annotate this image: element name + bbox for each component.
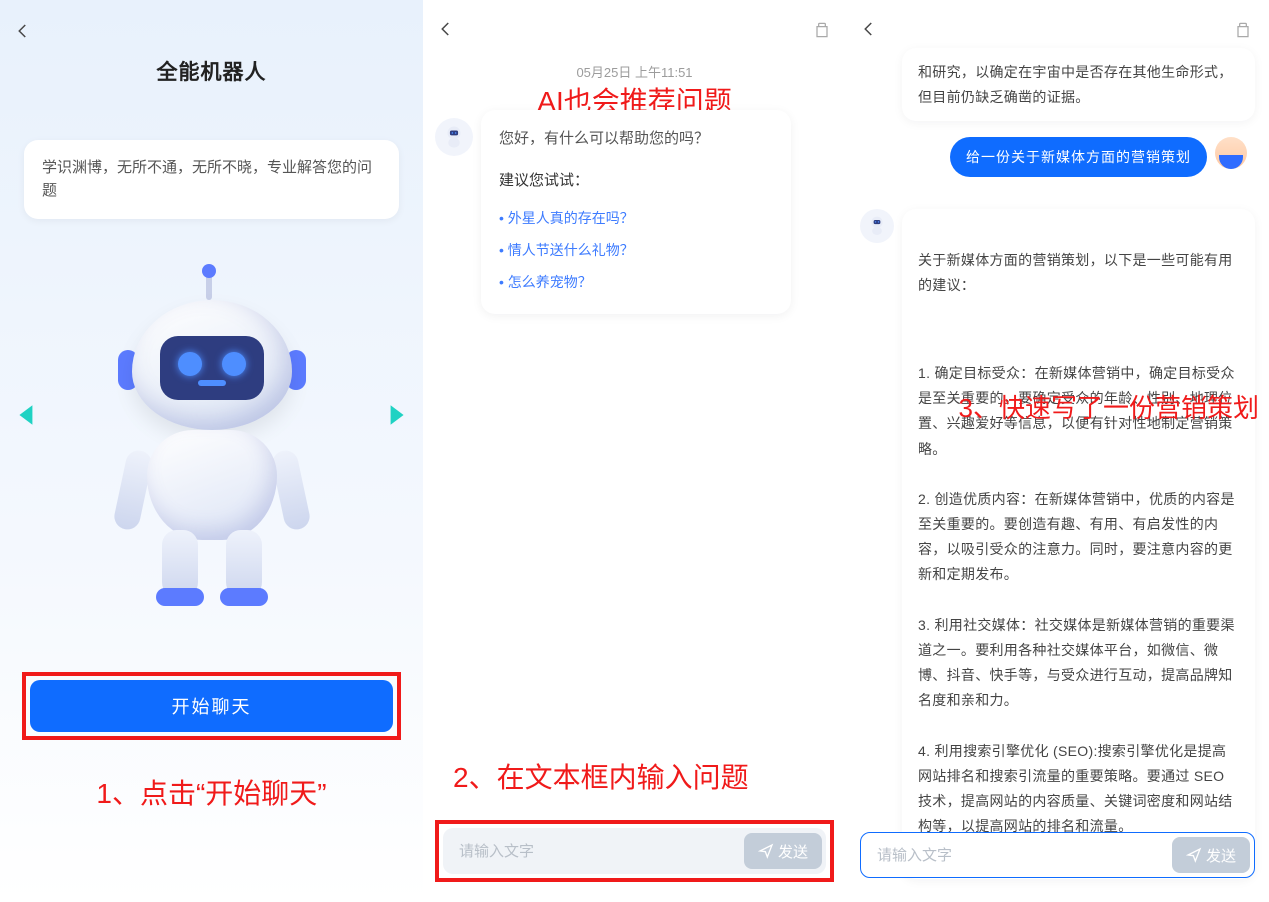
user-avatar bbox=[1215, 137, 1247, 169]
back-icon[interactable] bbox=[860, 20, 878, 38]
robot-illustration bbox=[0, 280, 423, 630]
bot-message-bubble: 关于新媒体方面的营销策划，以下是一些可能有用的建议： 1. 确定目标受众：在新媒… bbox=[902, 209, 1255, 879]
share-icon[interactable] bbox=[1233, 20, 1253, 40]
pane-suggestions: 05月25日 上午11:51 AI也会推荐问题 您好，有什么可以帮助您的吗？ 建… bbox=[423, 0, 846, 902]
send-button[interactable]: 发送 bbox=[1172, 837, 1250, 873]
bot-greeting-bubble: 您好，有什么可以帮助您的吗？ 建议您试试： 外星人真的存在吗？ 情人节送什么礼物… bbox=[481, 110, 791, 314]
greeting-text: 您好，有什么可以帮助您的吗？ bbox=[499, 126, 773, 152]
send-button[interactable]: 发送 bbox=[744, 833, 822, 869]
user-message-bubble: 给一份关于新媒体方面的营销策划 bbox=[950, 137, 1207, 177]
back-icon[interactable] bbox=[14, 22, 32, 40]
suggestion-item[interactable]: 外星人真的存在吗？ bbox=[499, 203, 773, 235]
bot-body-text: 1. 确定目标受众：在新媒体营销中，确定目标受众是至关重要的。要确定受众的年龄、… bbox=[918, 361, 1239, 840]
pane-conversation: 和研究，以确定在宇宙中是否存在其他生命形式，但目前仍缺乏确凿的证据。 给一份关于… bbox=[846, 0, 1269, 902]
chat-input[interactable] bbox=[877, 847, 1172, 864]
try-label: 建议您试试： bbox=[499, 168, 773, 194]
annotation-text-2: 2、在文本框内输入问题 bbox=[453, 756, 749, 796]
send-icon bbox=[758, 843, 774, 859]
chat-timestamp: 05月25日 上午11:51 bbox=[423, 62, 846, 81]
bot-intro-text: 关于新媒体方面的营销策划，以下是一些可能有用的建议： bbox=[918, 248, 1239, 298]
annotation-text-3: 3、快速写了一份营销策划 bbox=[959, 388, 1259, 425]
start-chat-button[interactable]: 开始聊天 bbox=[30, 680, 393, 732]
bot-message-bubble: 和研究，以确定在宇宙中是否存在其他生命形式，但目前仍缺乏确凿的证据。 bbox=[902, 48, 1255, 121]
page-title: 全能机器人 bbox=[0, 56, 423, 86]
share-icon[interactable] bbox=[812, 20, 832, 40]
send-label: 发送 bbox=[1206, 845, 1236, 866]
send-icon bbox=[1186, 847, 1202, 863]
chat-input-bar: 发送 bbox=[860, 832, 1255, 878]
chat-input-bar: 发送 bbox=[443, 828, 826, 874]
annotation-frame-1: 开始聊天 bbox=[22, 672, 401, 740]
suggestion-item[interactable]: 怎么养宠物？ bbox=[499, 267, 773, 299]
chat-input[interactable] bbox=[459, 843, 744, 860]
pane-intro: 全能机器人 学识渊博，无所不通，无所不晓，专业解答您的问题 开始聊天 1、点击“… bbox=[0, 0, 423, 902]
back-icon[interactable] bbox=[437, 20, 455, 38]
bot-avatar bbox=[860, 209, 894, 243]
send-label: 发送 bbox=[778, 841, 808, 862]
suggestion-item[interactable]: 情人节送什么礼物？ bbox=[499, 235, 773, 267]
bot-description: 学识渊博，无所不通，无所不晓，专业解答您的问题 bbox=[24, 140, 399, 219]
annotation-text-1: 1、点击“开始聊天” bbox=[0, 772, 423, 812]
suggestion-list: 外星人真的存在吗？ 情人节送什么礼物？ 怎么养宠物？ bbox=[499, 203, 773, 298]
bot-avatar bbox=[435, 118, 473, 156]
annotation-frame-2: 发送 bbox=[435, 820, 834, 882]
